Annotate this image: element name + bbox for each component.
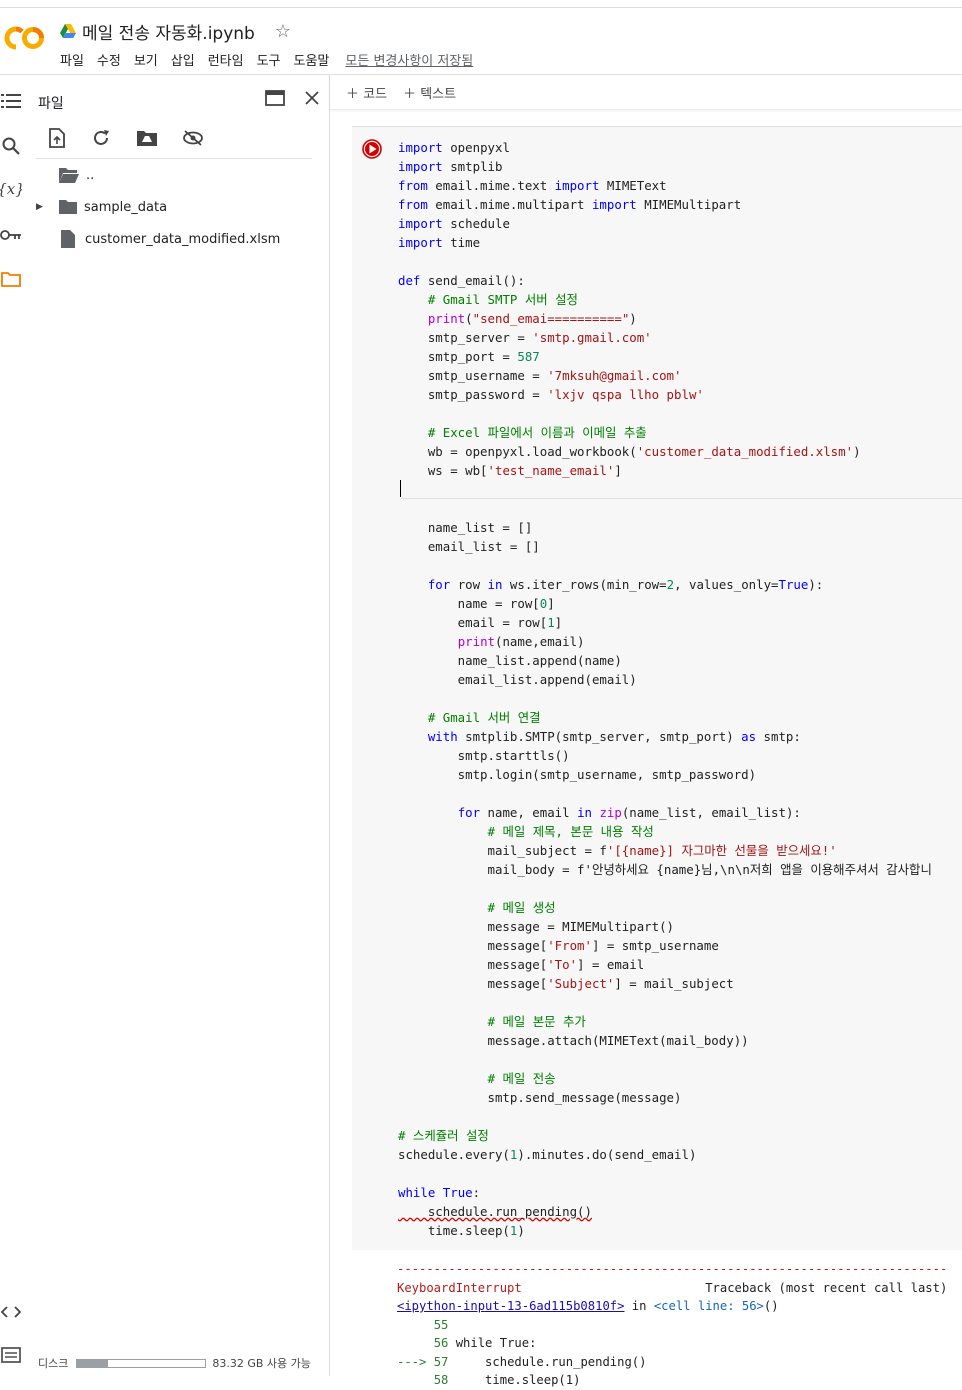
error-name: KeyboardInterrupt [397,1280,522,1295]
tree-item-sample-data[interactable]: ▶ sample_data [36,195,167,219]
trace-line-prefix [397,1318,434,1332]
top-border [0,7,962,8]
text-cursor [400,480,401,497]
menu-view[interactable]: 보기 [134,50,158,69]
disk-usage-fill [77,1359,109,1367]
files-panel: 파일 .. ▶ sample_data customer_data_modifi… [22,75,330,1376]
table-of-contents-icon[interactable] [0,90,22,112]
trace-line-number: 56 [433,1336,449,1350]
command-palette-icon[interactable] [0,1344,22,1366]
panel-divider [36,158,312,159]
folder-icon [59,200,77,214]
notebook-toolbar: ＋ 코드 ＋ 텍스트 [330,75,962,110]
open-in-tab-icon[interactable] [264,87,286,109]
mount-drive-icon[interactable] [136,127,158,149]
call-suffix: () [763,1299,779,1313]
expand-arrow-icon[interactable]: ▶ [36,202,50,212]
hide-files-icon[interactable] [182,127,204,149]
menu-file[interactable]: 파일 [60,50,84,69]
files-folder-icon[interactable] [0,268,22,290]
trace-line-code: while True: [448,1336,537,1350]
traceback-label: Traceback (most recent call last) [705,1280,948,1295]
disk-usage-bar [76,1358,207,1368]
star-icon[interactable]: ☆ [275,21,291,42]
panel-title: 파일 [38,96,64,112]
code-cell[interactable]: import openpyxl import smtplib from emai… [352,126,962,1251]
google-drive-icon[interactable] [60,24,76,38]
trace-line-number: 58 [433,1373,449,1387]
menu-insert[interactable]: 삽입 [171,50,195,69]
cell-output: ----------------------------------------… [352,1250,962,1387]
editor-line-guide [401,498,962,499]
trace-line-prefix: ---> [397,1354,434,1369]
variables-icon[interactable]: {x} [0,178,25,200]
disk-label: 디스크 [38,1357,69,1370]
refresh-icon[interactable] [90,127,112,149]
open-folder-icon [59,168,79,183]
upload-file-icon[interactable] [46,127,68,149]
trace-line-code: time.sleep(1) [448,1373,581,1387]
search-icon[interactable] [0,135,22,157]
file-icon [61,230,75,248]
notebook-title-row: 메일 전송 자동화.ipynb ☆ [60,18,291,44]
disk-usage: 디스크 83.32 GB 사용 가능 [38,1355,311,1371]
menu-bar: 파일 수정 보기 삽입 런타임 도구 도움말 모든 변경사항이 저장됨 [60,48,486,70]
tree-item-label: customer_data_modified.xlsm [85,231,281,247]
close-icon[interactable] [301,87,323,109]
menu-tools[interactable]: 도구 [257,50,281,69]
cell-line-ref: <cell line: 56> [653,1299,764,1313]
tree-item-xlsm-file[interactable]: customer_data_modified.xlsm [60,227,280,251]
code-snippets-icon[interactable] [0,1301,22,1323]
trace-line-prefix [397,1373,434,1387]
add-text-button[interactable]: ＋ 텍스트 [403,83,456,102]
colab-logo-icon[interactable] [4,24,46,52]
traceback-dashes: ----------------------------------------… [397,1262,948,1276]
run-cell-stop-icon[interactable] [362,139,382,159]
in-text: in [624,1299,654,1313]
menu-runtime[interactable]: 런타임 [208,50,244,69]
tree-item-label: .. [86,167,95,183]
tree-item-label: sample_data [84,199,168,215]
saved-status-link[interactable]: 모든 변경사항이 저장됨 [345,50,473,69]
tree-item-parent[interactable]: .. [58,163,94,187]
trace-line-number: 55 [433,1317,449,1332]
add-code-button[interactable]: ＋ 코드 [346,83,387,102]
cell-gutter [352,127,392,1251]
trace-line-number: 57 [433,1354,449,1369]
ipython-input-link[interactable]: <ipython-input-13-6ad115b0810f> [397,1299,624,1313]
menu-edit[interactable]: 수정 [97,50,121,69]
secrets-key-icon[interactable] [0,224,22,246]
trace-line-code: schedule.run_pending() [448,1354,647,1369]
traceback-output: ----------------------------------------… [397,1260,947,1390]
menu-help[interactable]: 도움말 [294,50,330,69]
notebook-title[interactable]: 메일 전송 자동화.ipynb [82,19,255,44]
disk-available: 83.32 GB 사용 가능 [212,1357,311,1370]
code-editor[interactable]: import openpyxl import smtplib from emai… [398,138,962,1240]
trace-line-prefix [397,1336,434,1350]
